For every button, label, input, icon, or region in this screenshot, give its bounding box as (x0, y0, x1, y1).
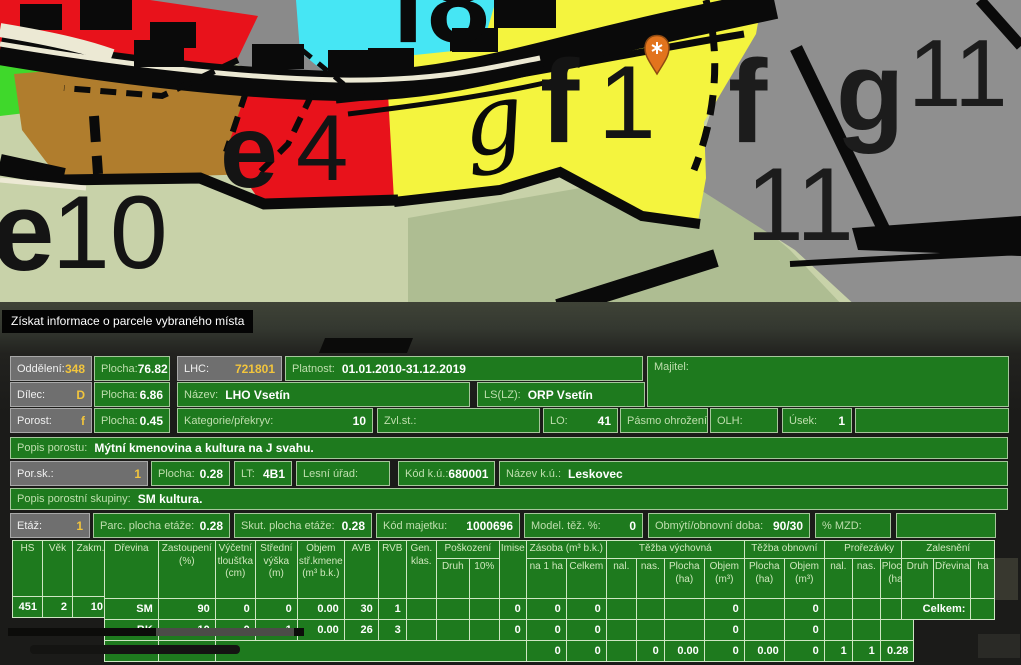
poskozeni-group-header: Poškození (436, 541, 499, 559)
map-label-e4-letter: e (220, 94, 278, 210)
field-popis-porostu: Popis porostu: Mýtní kmenovina a kultura… (10, 437, 1008, 459)
field-kategorie: Kategorie/překryv: 10 (177, 408, 373, 433)
field-nazev: Název: LHO Vsetín (177, 382, 470, 407)
field-usek: Úsek: 1 (782, 408, 852, 433)
table-row-sm: SM 90 0 0 0.00 30 1 0 0 0 0 0 (105, 599, 914, 620)
field-zvlst: Zvl.st.: (377, 408, 540, 433)
hs-table: HS Věk Zakm. 451 2 10 (12, 540, 109, 618)
field-lesni-urad: Lesní úřad: (296, 461, 390, 486)
forestry-map-app: e 10 e 4 f8 g f 1 f g 11 11 (0, 0, 1021, 665)
field-skut-plocha: Skut. plocha etáže: 0.28 (234, 513, 372, 538)
field-empty-row3 (855, 408, 1009, 433)
map-scale-text-remnant (30, 645, 240, 654)
map-building (134, 40, 184, 67)
map-info-tooltip: Získat informace o parcele vybraného mís… (2, 310, 253, 333)
field-majitel: Majitel: (647, 356, 1009, 407)
map-scale-bar (8, 628, 304, 636)
map-label-e10-letter: e (0, 169, 54, 294)
map-building (20, 4, 62, 30)
field-kod-majetku: Kód majetku: 1000696 (376, 513, 520, 538)
field-lslz: LS(LZ): ORP Vsetín (477, 382, 645, 407)
map-label-e4-number: 4 (296, 95, 348, 200)
field-parc-plocha: Parc. plocha etáže: 0.28 (93, 513, 230, 538)
map-remnant-shape (319, 338, 413, 353)
tezba-vychovna-group-header: Těžba výchovná (606, 541, 744, 559)
field-lt: LT: 4B1 (234, 461, 292, 486)
zasoba-group-header: Zásoba (m³ b.k.) (526, 541, 606, 559)
field-olh: OLH: (710, 408, 778, 433)
field-kod-ku: Kód k.ú.: 680001 (398, 461, 495, 486)
table-row: 451 2 10 (13, 597, 109, 618)
forest-map-canvas[interactable]: e 10 e 4 f8 g f 1 f g 11 11 (0, 0, 1021, 308)
zalesneni-group-header: Zalesnění (902, 541, 995, 559)
hs-header: HS (13, 541, 43, 597)
field-porsk: Por.sk.: 1 (10, 461, 148, 486)
field-plocha-porost: Plocha: 0.45 (94, 408, 170, 433)
field-lo: LO: 41 (543, 408, 618, 433)
field-model-tez: Model. těž. %: 0 (524, 513, 643, 538)
field-etaz: Etáž: 1 (10, 513, 90, 538)
field-plocha-oddeleni: Plocha: 76.82 (94, 356, 170, 381)
field-popis-skupiny: Popis porostní skupiny: SM kultura. (10, 488, 1008, 510)
map-label-11: 11 (746, 147, 854, 263)
field-lhc: LHC: 721801 (177, 356, 282, 381)
field-porost: Porost: f (10, 408, 92, 433)
map-label-f8: f8 (390, 0, 490, 66)
map-label-f1-letter: f (540, 36, 580, 168)
map-building (328, 50, 368, 74)
field-plocha-dilec: Plocha: 6.86 (94, 382, 170, 407)
field-plocha-porsk: Plocha: 0.28 (151, 461, 230, 486)
field-obmyti: Obmýtí/obnovní doba: 90/30 (648, 513, 810, 538)
field-nazev-ku: Název k.ú.: Leskovec (499, 461, 1008, 486)
field-pasmo: Pásmo ohrožení: D (620, 408, 708, 433)
table-row-zalesneni-total: Celkem: (902, 599, 995, 620)
map-label-g11-letter: g (836, 29, 904, 154)
tezba-obnovni-group-header: Těžba obnovní (744, 541, 824, 559)
map-building (80, 0, 132, 30)
map-label-g11-number: 11 (908, 20, 1008, 127)
stand-detail-table: Dřevina Zastoupení (%) Výčetní tloušťka … (104, 540, 914, 662)
map-remnant-shape (978, 634, 1020, 658)
field-platnost: Platnost: 01.01.2010-31.12.2019 (285, 356, 643, 381)
field-value: 348 (65, 362, 85, 376)
map-label-f1-number: 1 (598, 45, 656, 161)
zalesneni-table: Zalesnění Druh Dřevina ha Celkem: (901, 540, 995, 620)
map-building (494, 0, 556, 28)
map-label-e10-number: 10 (52, 175, 168, 291)
field-mzd: % MZD: (815, 513, 891, 538)
field-label: Oddělení: (17, 363, 65, 375)
field-dilec: Dílec: D (10, 382, 92, 407)
vek-header: Věk (43, 541, 73, 597)
field-oddeleni: Oddělení: 348 (10, 356, 92, 381)
drevina-header: Dřevina (105, 541, 159, 599)
map-building (252, 44, 304, 69)
field-empty-row7 (896, 513, 996, 538)
